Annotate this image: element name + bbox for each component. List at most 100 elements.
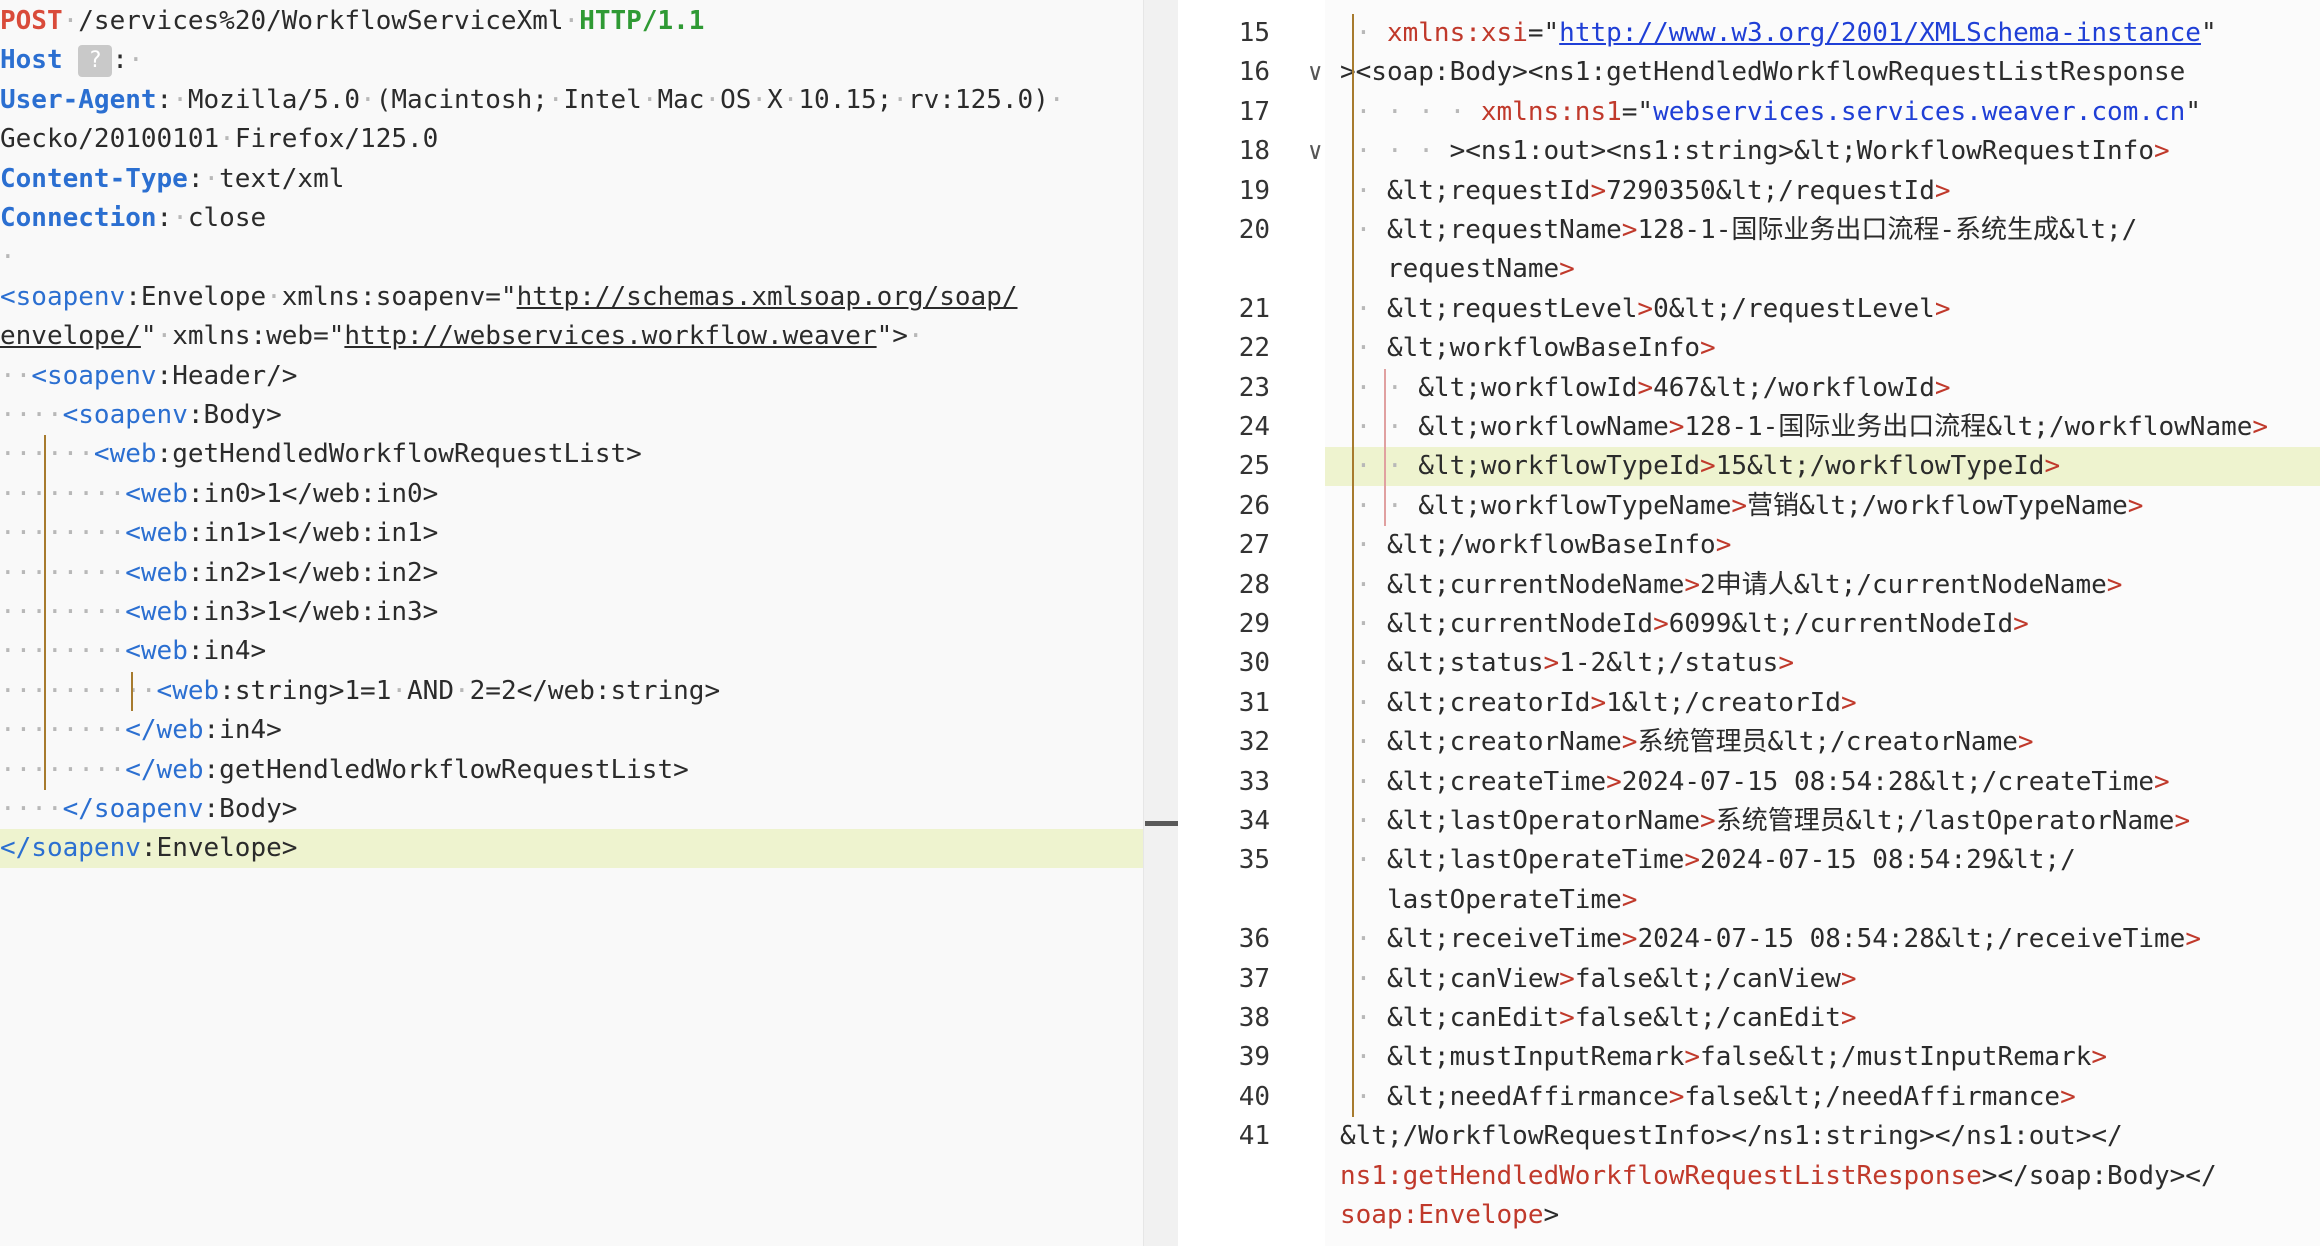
- request-token: http://schemas.xmlsoap.org/soap/: [516, 281, 1018, 312]
- response-token: 2024-07-15 08:54:29&lt;/: [1700, 845, 2076, 876]
- request-token: ·: [892, 84, 908, 115]
- pane-divider[interactable]: [1178, 0, 1200, 1246]
- response-token: >: [1621, 215, 1638, 245]
- request-line[interactable]: Connection:·close: [0, 199, 1143, 238]
- request-line[interactable]: ········<web:in2>1</web:in2>: [0, 554, 1143, 593]
- fold-chevron-icon[interactable]: ∨: [1308, 132, 1322, 171]
- request-line[interactable]: Content-Type:·text/xml: [0, 160, 1143, 199]
- response-line[interactable]: · &lt;requestId>7290350&lt;/requestId>: [1340, 172, 1951, 211]
- response-token: >: [1668, 412, 1685, 442]
- response-line[interactable]: · · · ><ns1:out><ns1:string>&lt;Workflow…: [1340, 132, 2170, 171]
- request-line[interactable]: <soapenv:Envelope·xmlns:soapenv="http://…: [0, 278, 1143, 317]
- response-token: &lt;workflowTypeName: [1418, 490, 1732, 521]
- response-line[interactable]: · &lt;needAffirmance>false&lt;/needAffir…: [1340, 1078, 2076, 1117]
- response-line[interactable]: · &lt;canView>false&lt;/canView>: [1340, 960, 1857, 999]
- request-line[interactable]: Host ?:·: [0, 41, 1143, 80]
- response-line[interactable]: · · &lt;workflowTypeName>营销&lt;/workflow…: [1340, 487, 2144, 526]
- request-token: ·: [547, 84, 564, 115]
- response-token: 系统管理员&lt;/lastOperatorName: [1715, 806, 2175, 836]
- request-line[interactable]: </soapenv:Envelope>: [0, 829, 1143, 869]
- request-line[interactable]: ·: [0, 238, 1143, 277]
- request-line[interactable]: ········</web:getHendledWorkflowRequestL…: [0, 751, 1143, 790]
- response-token: ·: [1340, 845, 1387, 876]
- request-line[interactable]: ····</soapenv:Body>: [0, 790, 1143, 829]
- response-token: 1&lt;/creatorId: [1606, 687, 1841, 718]
- request-editor[interactable]: POST·/services%20/WorkflowServiceXml·HTT…: [0, 0, 1178, 1246]
- response-token: >: [2127, 490, 2144, 521]
- request-token: ·: [172, 84, 188, 115]
- request-line[interactable]: ········</web:in4>: [0, 711, 1143, 750]
- request-line[interactable]: ··<soapenv:Header/>: [0, 357, 1143, 396]
- response-line[interactable]: · &lt;canEdit>false&lt;/canEdit>: [1340, 999, 1857, 1038]
- request-line[interactable]: ······<web:getHendledWorkflowRequestList…: [0, 435, 1143, 474]
- response-token: · · ·: [1340, 136, 1450, 167]
- response-token: 0&lt;/requestLevel: [1653, 293, 1935, 324]
- response-token[interactable]: http://www.w3.org/2001/XMLSchema-instanc…: [1559, 18, 2201, 48]
- line-number: 36: [1238, 924, 1270, 955]
- response-line[interactable]: · &lt;lastOperateTime>2024-07-15 08:54:2…: [1340, 841, 2076, 880]
- response-token: &lt;lastOperatorName: [1386, 806, 1701, 836]
- response-line[interactable]: · &lt;receiveTime>2024-07-15 08:54:28&lt…: [1340, 920, 2201, 959]
- response-token: 15&lt;/workflowTypeId: [1715, 451, 2045, 482]
- request-line[interactable]: ········<web:in0>1</web:in0>: [0, 475, 1143, 514]
- response-line[interactable]: · &lt;lastOperatorName>系统管理员&lt;/lastOpe…: [1340, 802, 2190, 841]
- request-token: AND: [407, 675, 454, 706]
- line-number: 33: [1238, 766, 1270, 797]
- fold-chevron-icon[interactable]: ∨: [1308, 53, 1322, 92]
- response-line[interactable]: · &lt;requestLevel>0&lt;/requestLevel>: [1340, 290, 1951, 329]
- line-number: 28: [1238, 569, 1270, 600]
- response-line[interactable]: · &lt;currentNodeId>6099&lt;/currentNode…: [1340, 605, 2029, 644]
- response-token: 128-1-国际业务出口流程&lt;/workflowName: [1684, 412, 2253, 442]
- response-line[interactable]: · &lt;status>1-2&lt;/status>: [1340, 644, 1794, 683]
- request-token: ·: [907, 321, 924, 352]
- request-line[interactable]: User-Agent:·Mozilla/5.0·(Macintosh;·Inte…: [0, 81, 1143, 120]
- response-line[interactable]: ><soap:Body><ns1:getHendledWorkflowReque…: [1340, 53, 2185, 92]
- response-line[interactable]: · · &lt;workflowName>128-1-国际业务出口流程&lt;/…: [1340, 408, 2268, 447]
- request-line[interactable]: ········<web:in3>1</web:in3>: [0, 593, 1143, 632]
- response-line[interactable]: · &lt;createTime>2024-07-15 08:54:28&lt;…: [1340, 763, 2170, 802]
- response-line[interactable]: · &lt;/workflowBaseInfo>: [1340, 526, 1732, 565]
- response-line[interactable]: lastOperateTime>: [1340, 881, 1637, 920]
- request-token: :in4>: [203, 715, 282, 746]
- response-line[interactable]: soap:Envelope>: [1340, 1196, 1559, 1235]
- response-line[interactable]: · xmlns:xsi="http://www.w3.org/2001/XMLS…: [1340, 14, 2217, 53]
- request-line[interactable]: Gecko/20100101·Firefox/125.0: [0, 120, 1143, 159]
- request-token: xmlns:soapenv=": [281, 281, 517, 312]
- request-token: ·: [391, 675, 408, 706]
- response-token: ·: [1340, 1042, 1387, 1073]
- request-token: OS: [720, 84, 752, 115]
- response-line[interactable]: · &lt;requestName>128-1-国际业务出口流程-系统生成&lt…: [1340, 211, 2138, 250]
- response-line[interactable]: · &lt;creatorName>系统管理员&lt;/creatorName>: [1340, 723, 2034, 762]
- response-token: 7290350&lt;/requestId: [1606, 175, 1935, 206]
- request-scrollbar[interactable]: [1143, 0, 1179, 1246]
- request-line[interactable]: ········<web:in1>1</web:in1>: [0, 514, 1143, 553]
- response-line[interactable]: · &lt;currentNodeName>2申请人&lt;/currentNo…: [1340, 566, 2123, 605]
- request-line[interactable]: envelope/"·xmlns:web="http://webservices…: [0, 317, 1143, 356]
- response-line[interactable]: &lt;/WorkflowRequestInfo></ns1:string></…: [1340, 1117, 2123, 1156]
- request-line[interactable]: ··········<web:string>1=1·AND·2=2</web:s…: [0, 672, 1143, 711]
- request-token: <soapenv: [31, 360, 157, 391]
- request-token: ·: [1048, 84, 1065, 115]
- response-line[interactable]: · · &lt;workflowTypeId>15&lt;/workflowTy…: [1340, 447, 2060, 486]
- response-token: [1340, 885, 1387, 915]
- request-scroll-thumb[interactable]: [1145, 821, 1178, 826]
- request-line[interactable]: ····<soapenv:Body>: [0, 396, 1143, 435]
- request-line[interactable]: ········<web:in4>: [0, 632, 1143, 671]
- request-line[interactable]: POST·/services%20/WorkflowServiceXml·HTT…: [0, 2, 1143, 41]
- response-line[interactable]: requestName>: [1340, 250, 1575, 289]
- request-token: close: [187, 203, 267, 233]
- response-token: &lt;creatorId: [1386, 687, 1591, 718]
- response-line[interactable]: · &lt;creatorId>1&lt;/creatorId>: [1340, 684, 1857, 723]
- response-token: ": [2185, 96, 2201, 127]
- response-token: &lt;requestName: [1386, 215, 1622, 245]
- response-token: ·: [1340, 215, 1387, 245]
- request-token: Firefox/125.0: [234, 124, 439, 155]
- response-line[interactable]: · · &lt;workflowId>467&lt;/workflowId>: [1340, 369, 1951, 408]
- response-viewer[interactable]: 15 · xmlns:xsi="http://www.w3.org/2001/X…: [1200, 0, 2320, 1246]
- request-token: ·: [360, 84, 376, 115]
- response-line[interactable]: · &lt;mustInputRemark>false&lt;/mustInpu…: [1340, 1038, 2107, 1077]
- response-token: &lt;canView: [1386, 963, 1560, 994]
- response-line[interactable]: ns1:getHendledWorkflowRequestListRespons…: [1340, 1157, 2217, 1196]
- response-line[interactable]: · &lt;workflowBaseInfo>: [1340, 329, 1716, 368]
- response-line[interactable]: · · · · xmlns:ns1="webservices.services.…: [1340, 93, 2201, 132]
